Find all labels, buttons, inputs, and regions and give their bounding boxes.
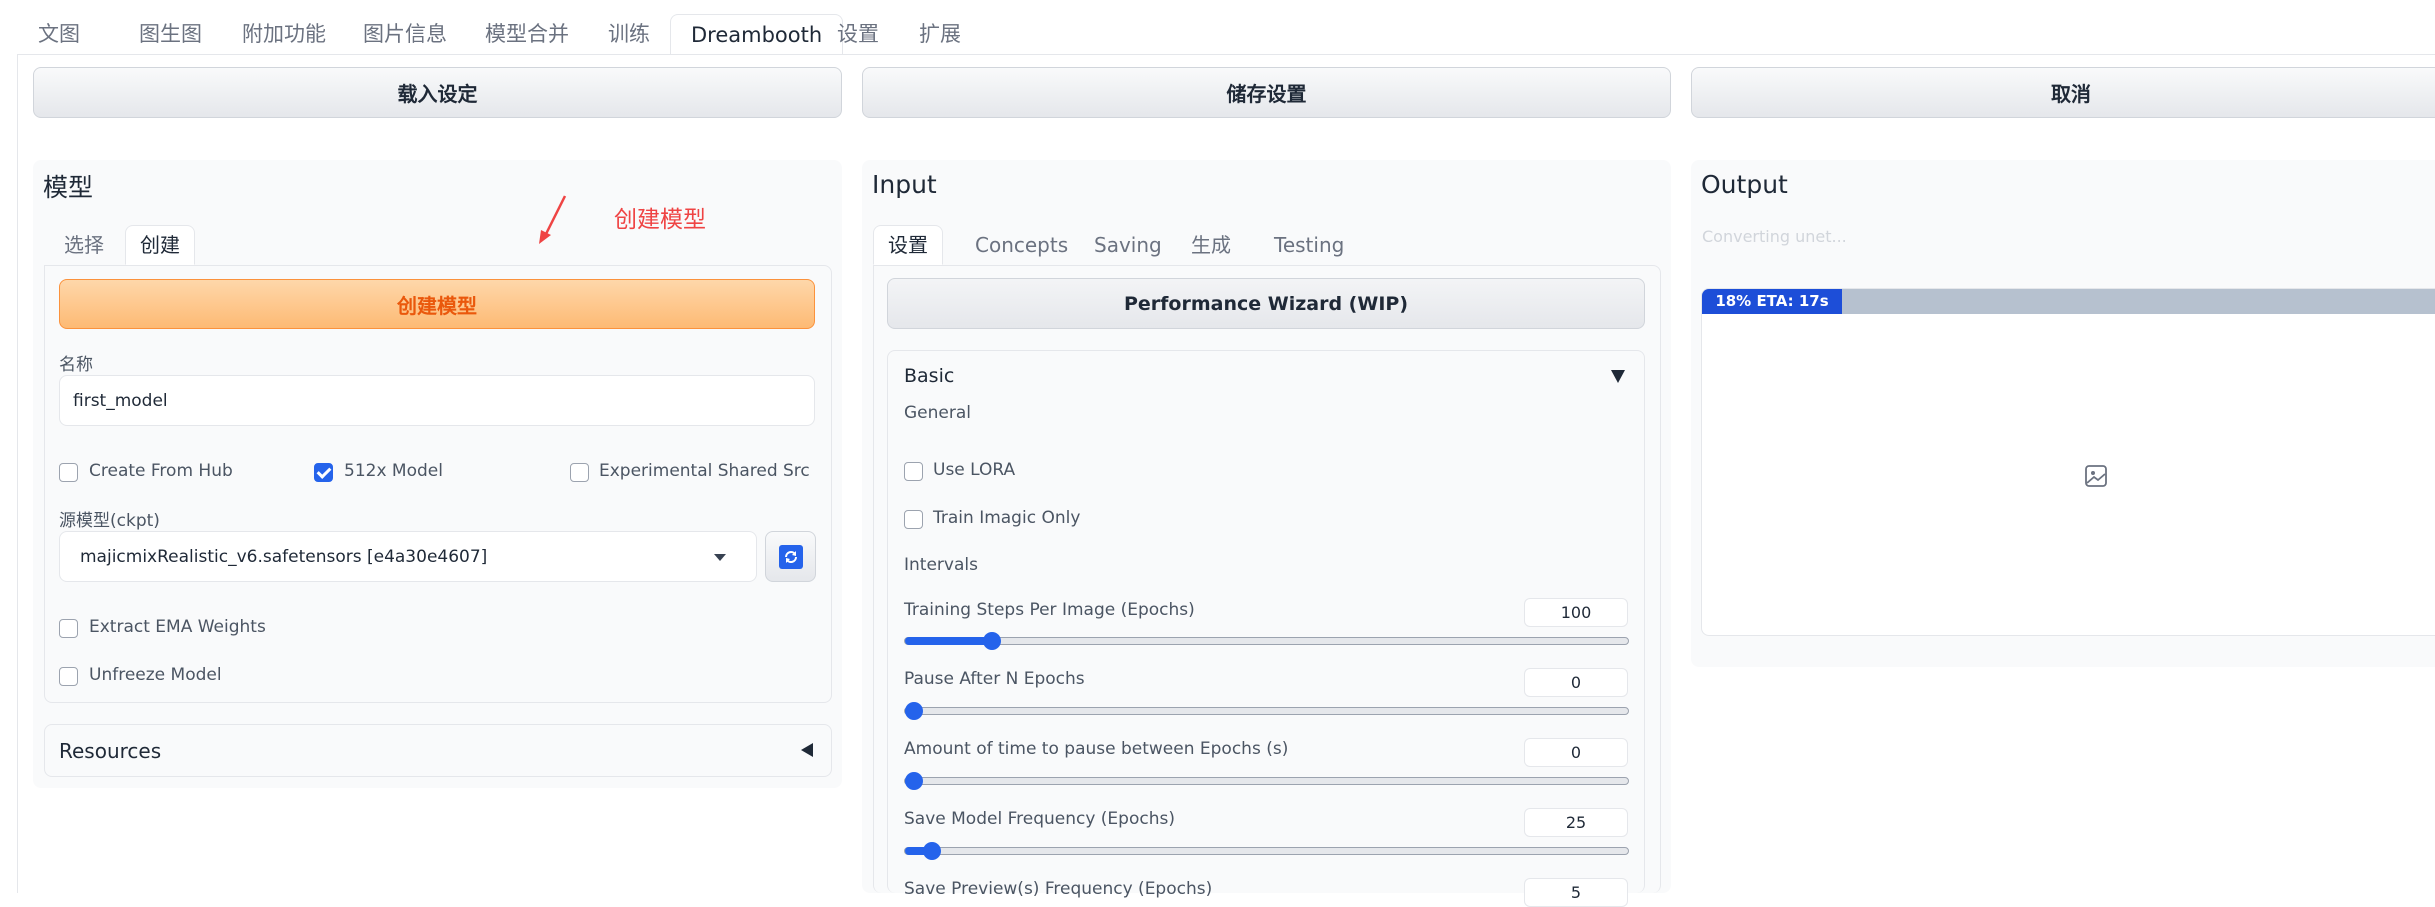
tab-divider [17, 54, 2435, 55]
source-checkpoint-value: majicmixRealistic_v6.safetensors [e4a30e… [80, 546, 488, 567]
output-panel-title: Output [1701, 170, 1788, 199]
tab-extensions[interactable]: 扩展 [899, 14, 981, 54]
create-from-hub-checkbox[interactable] [59, 463, 78, 482]
expand-arrow-icon[interactable] [1611, 370, 1625, 383]
tab-extras[interactable]: 附加功能 [222, 14, 346, 54]
pause-after-epochs-input[interactable]: 0 [1524, 668, 1628, 697]
tab-generate[interactable]: 生成 [1177, 226, 1245, 264]
progress-bar: 18% ETA: 17s [1702, 289, 1842, 314]
slider-label: Save Model Frequency (Epochs) [904, 809, 1175, 829]
source-checkpoint-label: 源模型(ckpt) [59, 511, 160, 531]
training-steps-input[interactable]: 100 [1524, 598, 1628, 627]
performance-wizard-button[interactable]: Performance Wizard (WIP) [887, 278, 1645, 329]
unfreeze-model-checkbox[interactable] [59, 667, 78, 686]
chevron-down-icon [714, 554, 726, 561]
tab-png-info[interactable]: 图片信息 [343, 14, 467, 54]
model-name-input[interactable]: first_model [59, 375, 815, 426]
general-label: General [904, 403, 971, 423]
intervals-label: Intervals [904, 555, 978, 575]
tab-checkpoint-merger[interactable]: 模型合并 [465, 14, 589, 54]
content-border [17, 54, 18, 893]
tab-create-model[interactable]: 创建 [125, 225, 195, 265]
slider-label: Pause After N Epochs [904, 669, 1085, 689]
tab-saving[interactable]: Saving [1080, 226, 1176, 264]
model-512x-label: 512x Model [344, 461, 443, 481]
tab-img2img[interactable]: 图生图 [119, 14, 222, 54]
extract-ema-checkbox[interactable] [59, 619, 78, 638]
train-imagic-only-checkbox[interactable] [904, 510, 923, 529]
output-status: Converting unet... [1702, 227, 1847, 246]
progress-text: 18% ETA: 17s [1715, 292, 1829, 310]
experimental-shared-src-checkbox[interactable] [570, 463, 589, 482]
tab-settings[interactable]: 设置 [817, 14, 899, 54]
pause-time-slider[interactable] [904, 772, 1629, 790]
input-panel-title: Input [872, 170, 937, 199]
unfreeze-model-label: Unfreeze Model [89, 665, 222, 685]
model-512x-checkbox[interactable] [314, 463, 333, 482]
tab-input-settings[interactable]: 设置 [873, 225, 943, 265]
tab-select-model[interactable]: 选择 [50, 226, 118, 264]
pause-time-input[interactable]: 0 [1524, 738, 1628, 767]
train-imagic-only-label: Train Imagic Only [933, 508, 1081, 528]
slider-label: Save Preview(s) Frequency (Epochs) [904, 879, 1213, 899]
extract-ema-label: Extract EMA Weights [89, 617, 266, 637]
slider-thumb[interactable] [905, 772, 923, 790]
create-model-button[interactable]: 创建模型 [59, 279, 815, 329]
experimental-shared-src-label: Experimental Shared Src [599, 461, 810, 481]
progress-track: 18% ETA: 17s [1702, 289, 2435, 314]
use-lora-checkbox[interactable] [904, 462, 923, 481]
output-gallery: 18% ETA: 17s [1701, 288, 2435, 636]
use-lora-label: Use LORA [933, 460, 1016, 480]
annotation-label: 创建模型 [614, 207, 706, 233]
tab-concepts[interactable]: Concepts [961, 226, 1082, 264]
create-model-box [44, 265, 832, 703]
basic-label[interactable]: Basic [904, 365, 954, 387]
annotation-arrow-icon [539, 195, 567, 244]
tab-txt2img[interactable]: 文图 [18, 14, 100, 54]
slider-thumb[interactable] [923, 842, 941, 860]
model-panel-title: 模型 [43, 173, 94, 202]
slider-fill [905, 637, 992, 645]
resources-accordion[interactable]: Resources [44, 724, 832, 777]
load-settings-button[interactable]: 载入设定 [33, 67, 842, 118]
resources-label: Resources [59, 739, 162, 763]
save-model-frequency-input[interactable]: 25 [1524, 808, 1628, 837]
refresh-icon [778, 544, 803, 569]
slider-label: Amount of time to pause between Epochs (… [904, 739, 1289, 759]
slider-label: Training Steps Per Image (Epochs) [904, 600, 1195, 620]
refresh-button[interactable] [765, 531, 816, 582]
tab-testing[interactable]: Testing [1260, 226, 1358, 264]
collapse-arrow-icon [801, 743, 813, 757]
source-checkpoint-dropdown[interactable]: majicmixRealistic_v6.safetensors [e4a30e… [59, 531, 757, 582]
name-label: 名称 [59, 355, 93, 375]
create-from-hub-label: Create From Hub [89, 461, 233, 481]
tab-train[interactable]: 训练 [588, 14, 670, 54]
slider-thumb[interactable] [905, 702, 923, 720]
training-steps-slider[interactable] [904, 632, 1629, 650]
save-settings-button[interactable]: 储存设置 [862, 67, 1671, 118]
cancel-button[interactable]: 取消 [1691, 67, 2435, 118]
slider-thumb[interactable] [983, 632, 1001, 650]
pause-after-epochs-slider[interactable] [904, 702, 1629, 720]
save-model-frequency-slider[interactable] [904, 842, 1629, 860]
image-placeholder-icon [2085, 465, 2107, 487]
